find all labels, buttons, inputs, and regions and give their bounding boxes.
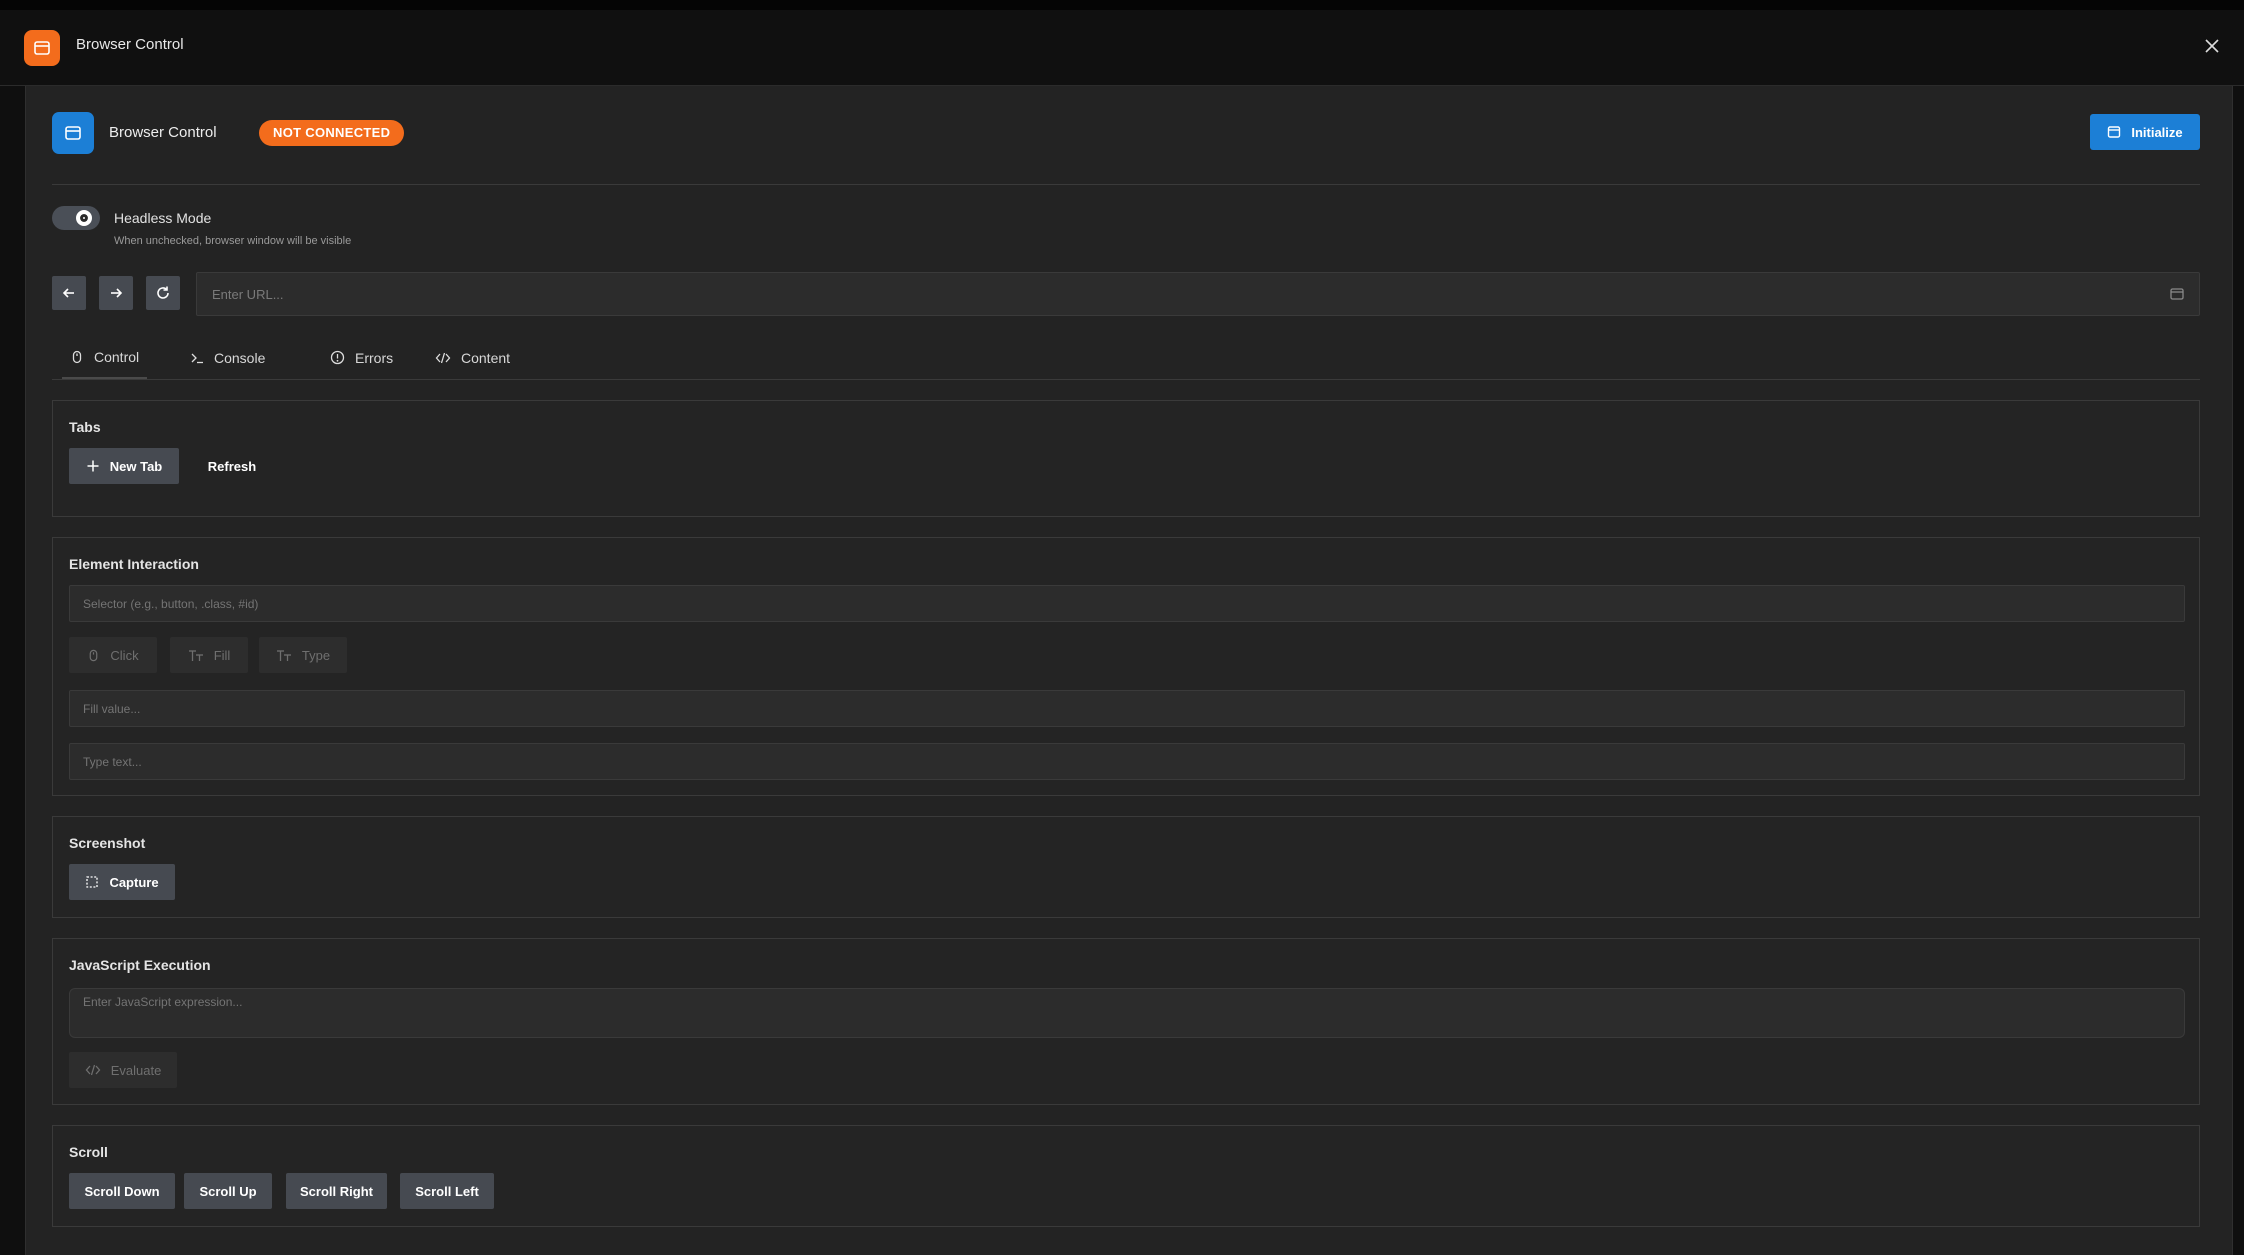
type-text-field-wrapper [69,743,2185,780]
back-button[interactable] [52,276,86,310]
browser-window-icon[interactable] [2169,286,2185,307]
selector-field-wrapper [69,585,2185,622]
evaluate-button[interactable]: Evaluate [69,1052,177,1088]
scroll-title: Scroll [69,1144,108,1160]
tab-bar: Control Console Errors Content [52,336,2200,380]
headless-mode-toggle[interactable] [52,206,100,230]
headless-mode-hint: When unchecked, browser window will be v… [114,235,352,247]
scroll-card: Scroll Scroll Down Scroll Up Scroll Righ… [52,1125,2200,1227]
code-icon [85,1064,101,1076]
refresh-icon [157,286,169,299]
tab-console[interactable]: Console [182,336,273,379]
javascript-field-wrapper [69,988,2185,1038]
tab-label: Console [214,349,266,366]
text-size-icon [276,649,291,661]
forward-button[interactable] [99,276,133,310]
fill-value-input[interactable] [70,691,2184,726]
browser-window-icon [24,30,60,66]
tab-errors[interactable]: Errors [322,336,401,379]
refresh-tabs-button[interactable]: Refresh [187,448,277,484]
window-title: Browser Control [76,36,184,53]
scroll-right-button[interactable]: Scroll Right [286,1173,387,1209]
panel-title: Browser Control [109,124,217,141]
fill-value-field-wrapper [69,690,2185,727]
selection-icon [86,876,99,888]
code-icon [435,352,451,363]
browser-control-panel: Browser Control NOT CONNECTED Initialize… [25,86,2233,1255]
capture-label: Capture [109,874,159,890]
arrow-right-icon [111,288,123,298]
close-icon[interactable] [2198,32,2226,60]
fill-label: Fill [213,647,231,663]
header-divider [52,184,2200,185]
type-button[interactable]: Type [259,637,347,673]
tabs-card-title: Tabs [69,419,101,435]
screenshot-title: Screenshot [69,835,146,851]
arrow-left-icon [62,288,74,298]
initialize-button[interactable]: Initialize [2090,114,2200,150]
click-label: Click [110,647,139,663]
initialize-label: Initialize [2131,124,2183,140]
tab-control[interactable]: Control [62,336,148,379]
browser-control-window: Browser Control Browser Control NOT CONN… [0,10,2244,1255]
type-text-input[interactable] [70,744,2184,779]
selector-input[interactable] [70,586,2184,621]
javascript-title: JavaScript Execution [69,957,211,973]
tab-label: Errors [355,349,394,366]
new-tab-button[interactable]: New Tab [69,448,179,484]
evaluate-label: Evaluate [110,1062,162,1078]
panel-header: Browser Control NOT CONNECTED Initialize [52,112,2200,172]
mouse-icon [90,649,98,661]
tabs-card: Tabs New Tab Refresh [52,400,2200,517]
plus-icon [87,460,99,472]
title-bar: Browser Control [0,10,2244,86]
element-interaction-card: Element Interaction Click Fill Type [52,537,2200,796]
element-interaction-title: Element Interaction [69,556,199,572]
scroll-left-button[interactable]: Scroll Left [400,1173,494,1209]
screenshot-card: Screenshot Capture [52,816,2200,918]
tab-label: Content [461,349,511,366]
tab-label: Control [94,348,140,365]
mouse-icon [72,350,82,363]
javascript-input[interactable] [70,989,2184,1037]
headless-mode-label: Headless Mode [114,210,212,226]
toggle-knob [76,210,92,226]
status-badge: NOT CONNECTED [259,120,405,146]
terminal-icon [191,353,203,363]
fill-button[interactable]: Fill [170,637,248,673]
reload-button[interactable] [146,276,180,310]
type-label: Type [301,647,331,663]
text-size-icon [188,649,203,661]
url-input-wrapper [196,272,2200,316]
scroll-down-button[interactable]: Scroll Down [69,1173,175,1209]
browser-icon [52,112,94,154]
scroll-up-button[interactable]: Scroll Up [184,1173,272,1209]
url-input[interactable] [197,273,2199,315]
alert-circle-icon [330,350,345,365]
click-button[interactable]: Click [69,637,157,673]
javascript-card: JavaScript Execution Evaluate [52,938,2200,1105]
browser-icon [2108,126,2121,138]
capture-button[interactable]: Capture [69,864,175,900]
tab-content[interactable]: Content [427,336,518,379]
new-tab-label: New Tab [109,458,163,474]
